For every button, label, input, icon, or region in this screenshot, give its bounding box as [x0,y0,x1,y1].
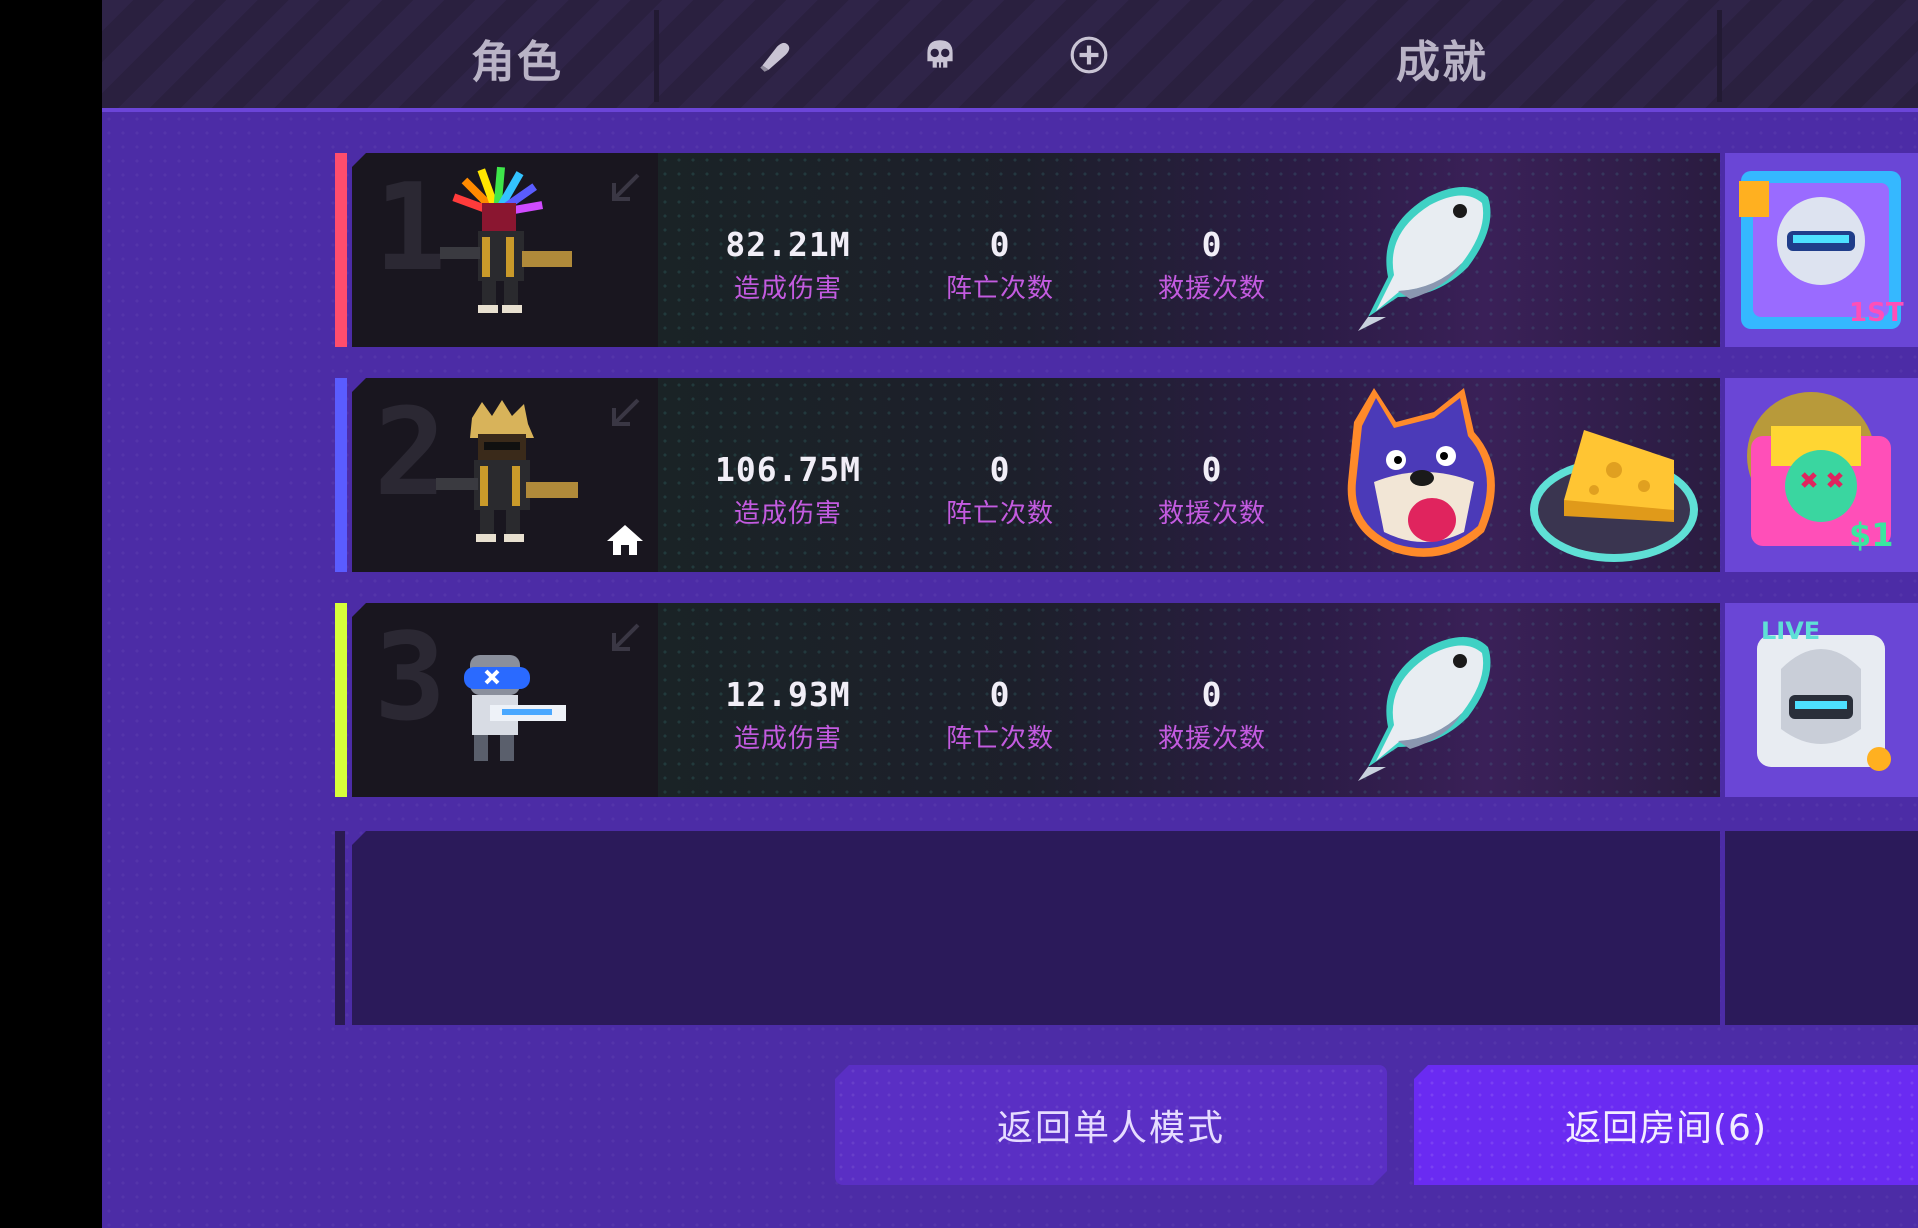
tab-achievement-label: 成就 [1396,37,1488,88]
rescues-value: 0 [1201,675,1223,714]
deaths-label: 阵亡次数 [945,499,1054,529]
player-row: 2 106.75M 造成伤害 0 阵亡次数 0 救援次数 $1 [335,378,1918,572]
rescues-stat: 0 救援次数 [1122,675,1302,755]
achievement-cell[interactable]: LIVE [1725,603,1918,797]
fish-reward-icon[interactable] [1338,167,1508,337]
rescues-label: 救援次数 [1157,274,1266,304]
character-cell: 1 [352,153,658,347]
empty-player-row [335,831,1918,1025]
expand-arrow-icon[interactable] [604,394,644,434]
rank-accent-bar [335,153,347,347]
rank-accent-bar [335,831,345,1025]
damage-stat: 82.21M 造成伤害 [698,225,878,305]
character-cell: 3 [352,603,658,797]
deaths-stat: 0 阵亡次数 [910,675,1090,755]
rank-accent-bar [335,378,347,572]
rank-accent-bar [335,603,347,797]
achievement-badge-first-icon: 1ST [1739,171,1904,329]
player-row: 3 12.93M 造成伤害 0 阵亡次数 0 救援次数 LIVE [335,603,1918,797]
stats-cell-empty [658,831,1720,1025]
deaths-value: 0 [989,450,1011,489]
rescues-stat: 0 救援次数 [1122,450,1302,530]
host-house-icon [607,525,643,555]
damage-stat: 12.93M 造成伤害 [698,675,878,755]
achievement-cell[interactable]: $1 [1725,378,1918,572]
badge-text: LIVE [1761,617,1820,645]
damage-stat: 106.75M 造成伤害 [698,450,878,530]
results-header: 角色 成就 [102,0,1918,112]
badge-text: $1 [1849,516,1894,554]
wolf-reward-icon[interactable] [1334,382,1514,568]
damage-value: 106.75M [714,450,862,489]
rank-number: 3 [374,609,447,748]
achievement-cell-empty [1725,831,1918,1025]
badge-text: 1ST [1849,298,1904,328]
left-letterbox [0,0,102,1228]
character-sprite [440,166,572,313]
stats-cell: 12.93M 造成伤害 0 阵亡次数 0 救援次数 [658,603,1720,797]
deaths-stat: 0 阵亡次数 [910,225,1090,305]
achievement-badge-live-icon: LIVE [1757,617,1891,771]
player-row: 1 82.21M 造成伤害 0 阵亡次数 0 救援次数 1ST [335,153,1918,347]
return-room-button[interactable]: 返回房间(6) [1414,1065,1918,1185]
return-single-mode-button[interactable]: 返回单人模式 [835,1065,1387,1185]
fish-reward-icon[interactable] [1338,617,1508,787]
rescues-label: 救援次数 [1157,724,1266,754]
character-sprite [464,655,566,761]
results-screen: 角色 成就 1 82.21M 造成伤害 0 阵亡次数 0 救援次数 1ST 2 … [102,0,1918,1228]
rescues-stat: 0 救援次数 [1122,225,1302,305]
deaths-label: 阵亡次数 [945,274,1054,304]
deaths-stat: 0 阵亡次数 [910,450,1090,530]
character-sprite [436,400,578,542]
header-divider [1717,10,1722,102]
rescues-value: 0 [1201,225,1223,264]
skull-icon [927,40,953,68]
tab-character-label: 角色 [471,37,563,88]
bullet-icon [760,42,790,72]
damage-value: 82.21M [725,225,851,264]
damage-label: 造成伤害 [733,724,842,754]
damage-label: 造成伤害 [733,274,842,304]
deaths-value: 0 [989,225,1011,264]
header-divider [654,10,659,102]
expand-arrow-icon[interactable] [604,619,644,659]
deaths-label: 阵亡次数 [945,724,1054,754]
deaths-value: 0 [989,675,1011,714]
rescues-label: 救援次数 [1157,499,1266,529]
damage-value: 12.93M [725,675,851,714]
stats-cell: 82.21M 造成伤害 0 阵亡次数 0 救援次数 [658,153,1720,347]
stats-cell: 106.75M 造成伤害 0 阵亡次数 0 救援次数 [658,378,1720,572]
achievement-cell[interactable]: 1ST [1725,153,1918,347]
achievement-badge-dollar-icon: $1 [1747,392,1894,554]
rescues-value: 0 [1201,450,1223,489]
plus-circle-icon [1070,36,1108,74]
expand-arrow-icon[interactable] [604,169,644,209]
character-cell: 2 [352,378,658,572]
damage-label: 造成伤害 [733,499,842,529]
cheese-reward-icon[interactable] [1524,390,1704,566]
character-cell-empty [352,831,658,1025]
